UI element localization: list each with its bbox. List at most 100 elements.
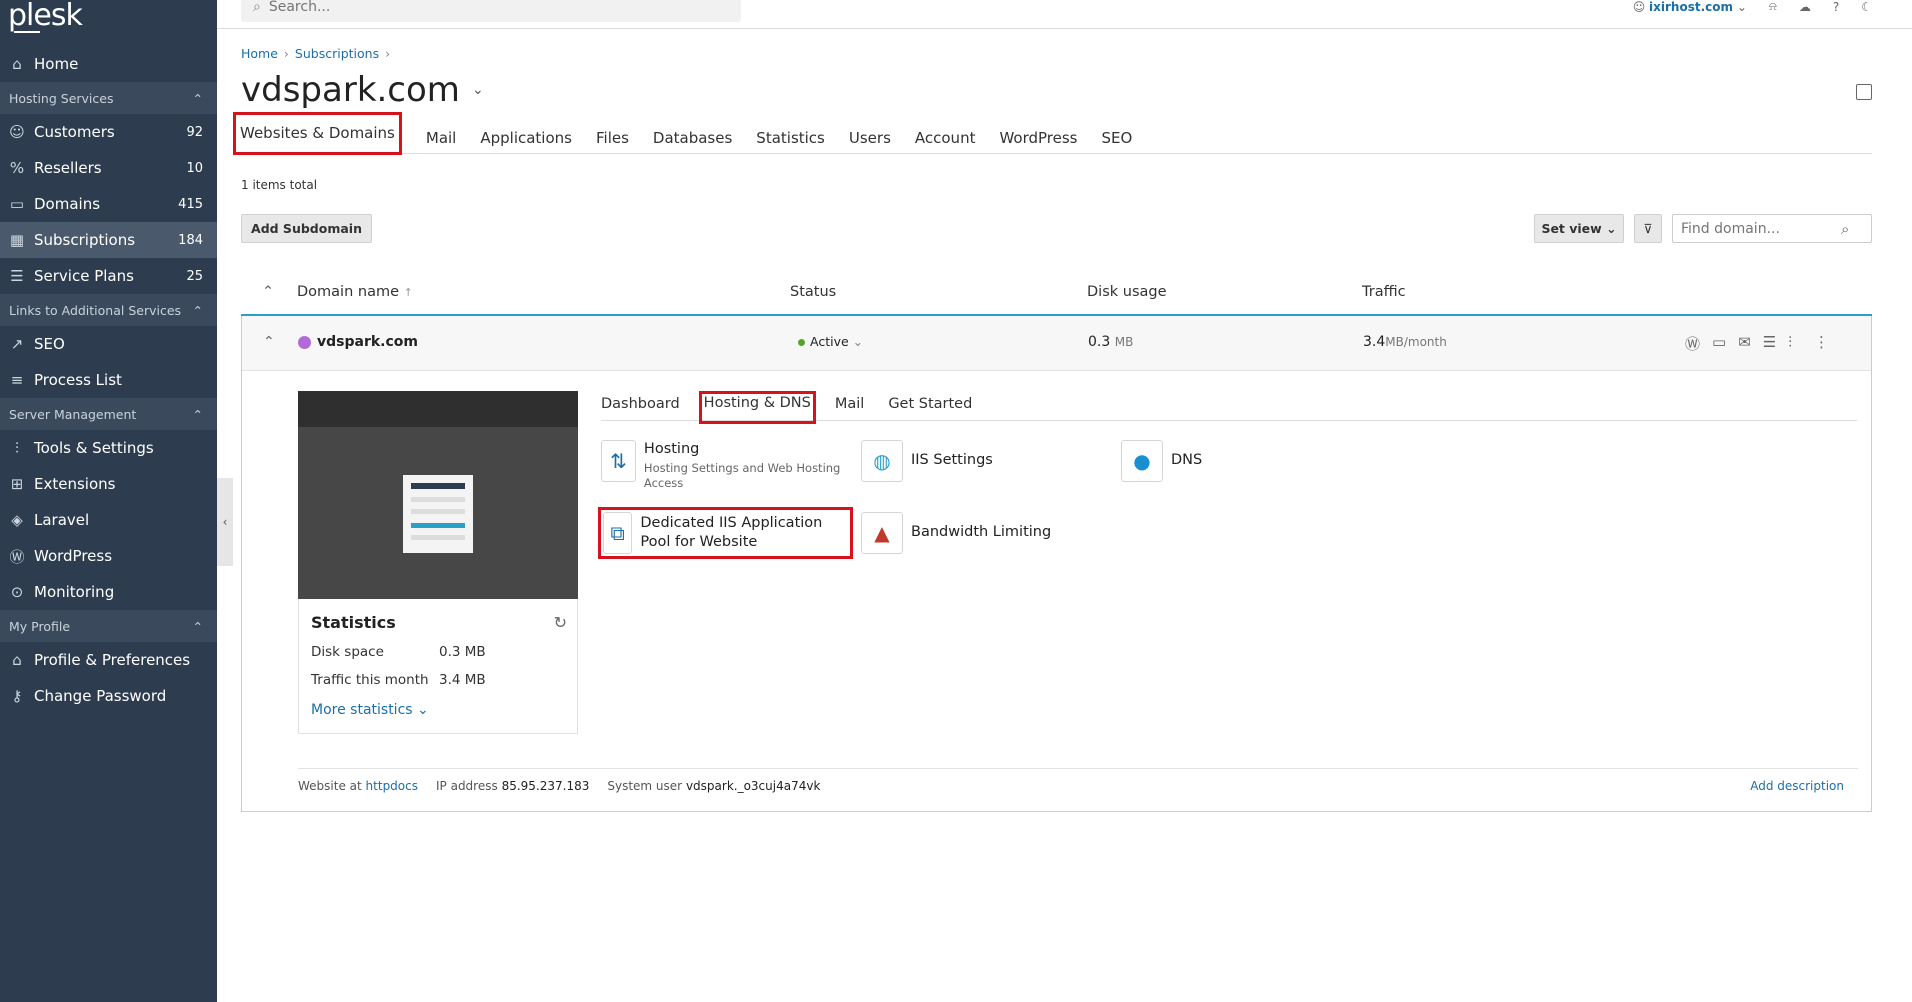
sidebar-item-home[interactable]: ⌂ Home bbox=[0, 46, 217, 82]
table-row: ⌃ vdspark.com Active ⌄ 0.3 MB 3.4MB/mont… bbox=[242, 316, 1871, 371]
iis-settings-tool[interactable]: ◍ IIS Settings bbox=[861, 440, 993, 482]
col-status[interactable]: Status bbox=[790, 284, 836, 300]
preview-bar bbox=[411, 523, 465, 528]
panel-toggle-icon[interactable] bbox=[1856, 84, 1872, 100]
section-server-management[interactable]: Server Management ⌃ bbox=[0, 398, 217, 430]
laravel-icon: ◈ bbox=[11, 511, 23, 529]
user-menu[interactable]: ☺ ixirhost.com ⌄ bbox=[1633, 0, 1747, 14]
sidebar-item-profile[interactable]: ⌂ Profile & Preferences bbox=[0, 642, 217, 678]
cloud-icon[interactable]: ☁ bbox=[1799, 0, 1811, 14]
add-subdomain-button[interactable]: Add Subdomain bbox=[241, 214, 372, 243]
sidebar-item-customers[interactable]: ☺ Customers 92 bbox=[0, 114, 217, 150]
tab-hosting-dns[interactable]: Hosting & DNS bbox=[698, 391, 816, 424]
search-input[interactable] bbox=[268, 0, 669, 15]
breadcrumb-separator: › bbox=[385, 46, 391, 61]
plesk-logo[interactable]: plesk bbox=[8, 0, 83, 33]
sidebar-item-laravel[interactable]: ◈ Laravel bbox=[0, 502, 217, 538]
sidebar-item-service-plans[interactable]: ☰ Service Plans 25 bbox=[0, 258, 217, 294]
extensions-icon: ⊞ bbox=[10, 475, 24, 493]
sidebar-item-extensions[interactable]: ⊞ Extensions bbox=[0, 466, 217, 502]
bandwidth-limiting-tool[interactable]: ▲ Bandwidth Limiting bbox=[861, 512, 1051, 554]
section-my-profile[interactable]: My Profile ⌃ bbox=[0, 610, 217, 642]
database-icon[interactable]: ☰ bbox=[1763, 333, 1776, 354]
collapse-all-icon[interactable]: ⌃ bbox=[262, 284, 274, 300]
sidebar-item-monitoring[interactable]: ⊙ Monitoring bbox=[0, 574, 217, 610]
statistics-title: Statistics bbox=[311, 613, 396, 632]
section-links-additional[interactable]: Links to Additional Services ⌃ bbox=[0, 294, 217, 326]
tab-seo[interactable]: SEO bbox=[1102, 117, 1133, 153]
refresh-icon[interactable]: ↻ bbox=[554, 613, 567, 632]
sidebar-item-seo[interactable]: ↗ SEO bbox=[0, 326, 217, 362]
preview-header bbox=[298, 391, 578, 427]
page-title[interactable]: vdspark.com ⌄ bbox=[241, 70, 484, 110]
tab-users[interactable]: Users bbox=[849, 117, 891, 153]
folder-icon[interactable]: ▭ bbox=[1712, 333, 1726, 354]
filter-icon[interactable]: ⊽ bbox=[1634, 214, 1662, 243]
dns-tool[interactable]: ● DNS bbox=[1121, 440, 1202, 482]
tab-dashboard[interactable]: Dashboard bbox=[601, 392, 680, 420]
hosting-tool[interactable]: ⇅ Hosting Hosting Settings and Web Hosti… bbox=[601, 440, 841, 491]
iis-globe-icon: ◍ bbox=[861, 440, 903, 482]
chevron-down-icon: ⌄ bbox=[417, 702, 429, 718]
table-header: ⌃ Domain name ↑ Status Disk usage Traffi… bbox=[241, 270, 1872, 316]
sidebar-item-tools-settings[interactable]: ⫶ Tools & Settings bbox=[0, 430, 217, 466]
chevron-up-icon: ⌃ bbox=[192, 406, 203, 422]
httpdocs-link[interactable]: httpdocs bbox=[366, 779, 418, 793]
tab-databases[interactable]: Databases bbox=[653, 117, 732, 153]
sidebar-item-change-password[interactable]: ⚷ Change Password bbox=[0, 678, 217, 714]
sidebar-item-subscriptions[interactable]: ▦ Subscriptions 184 bbox=[0, 222, 217, 258]
tab-files[interactable]: Files bbox=[596, 117, 629, 153]
find-domain-input[interactable] bbox=[1681, 220, 1841, 237]
help-icon[interactable]: ? bbox=[1833, 0, 1839, 14]
chevron-up-icon: ⌃ bbox=[192, 90, 203, 106]
col-domain-name[interactable]: Domain name ↑ bbox=[297, 284, 413, 300]
more-vertical-icon[interactable]: ⋮ bbox=[1814, 333, 1829, 354]
tab-mail[interactable]: Mail bbox=[426, 117, 456, 153]
sidebar-item-domains[interactable]: ▭ Domains 415 bbox=[0, 186, 217, 222]
chevron-up-icon: ⌃ bbox=[192, 618, 203, 634]
wordpress-icon: Ⓦ bbox=[9, 547, 25, 566]
notifications-icon[interactable]: ⍾ bbox=[1769, 0, 1777, 14]
tab-websites-domains[interactable]: Websites & Domains bbox=[233, 112, 402, 155]
search-icon[interactable]: ⌕ bbox=[1841, 220, 1849, 238]
domain-favicon-icon bbox=[298, 335, 311, 349]
preview-login-card bbox=[403, 475, 473, 553]
wordpress-icon[interactable]: Ⓦ bbox=[1685, 333, 1700, 354]
user-icon: ☺ bbox=[9, 123, 25, 141]
ip-address: IP address 85.95.237.183 bbox=[436, 779, 590, 793]
tab-applications[interactable]: Applications bbox=[480, 117, 572, 153]
preview-bar bbox=[411, 509, 465, 514]
sidebar-collapse-toggle[interactable]: ‹ bbox=[217, 478, 233, 566]
website-preview[interactable] bbox=[298, 391, 578, 599]
section-hosting-services[interactable]: Hosting Services ⌃ bbox=[0, 82, 217, 114]
add-description-link[interactable]: Add description bbox=[1750, 779, 1844, 793]
sidebar-item-resellers[interactable]: % Resellers 10 bbox=[0, 150, 217, 186]
col-traffic[interactable]: Traffic bbox=[1362, 284, 1406, 300]
dedicated-iis-pool-tool[interactable]: ⧉ Dedicated IIS Application Pool for Web… bbox=[598, 507, 853, 559]
tab-wordpress[interactable]: WordPress bbox=[999, 117, 1077, 153]
tab-account[interactable]: Account bbox=[915, 117, 976, 153]
tab-statistics[interactable]: Statistics bbox=[756, 117, 825, 153]
process-list-icon: ≡ bbox=[10, 371, 24, 389]
tab-get-started[interactable]: Get Started bbox=[888, 392, 972, 420]
col-disk-usage[interactable]: Disk usage bbox=[1087, 284, 1167, 300]
home-icon: ⌂ bbox=[12, 55, 22, 73]
app-pool-icon: ⧉ bbox=[603, 512, 633, 554]
status-badge[interactable]: Active ⌄ bbox=[798, 334, 863, 349]
set-view-button[interactable]: Set view ⌄ bbox=[1534, 214, 1624, 243]
chevron-down-icon: ⌄ bbox=[471, 82, 484, 98]
theme-moon-icon[interactable]: ☾ bbox=[1861, 0, 1872, 14]
stats-traffic-row: Traffic this month 3.4 MB bbox=[311, 672, 486, 688]
breadcrumb-subscriptions[interactable]: Subscriptions bbox=[295, 46, 379, 61]
sliders-icon[interactable]: ⫶ bbox=[1788, 333, 1792, 354]
profile-icon: ⌂ bbox=[12, 651, 22, 669]
sidebar-item-wordpress[interactable]: Ⓦ WordPress bbox=[0, 538, 217, 574]
dns-globe-icon: ● bbox=[1121, 440, 1163, 482]
breadcrumb-home[interactable]: Home bbox=[241, 46, 278, 61]
mail-icon[interactable]: ✉ bbox=[1738, 333, 1751, 354]
more-statistics-link[interactable]: More statistics ⌄ bbox=[311, 702, 565, 718]
sidebar-item-process-list[interactable]: ≡ Process List bbox=[0, 362, 217, 398]
chevron-up-icon[interactable]: ⌃ bbox=[263, 334, 275, 350]
domain-name-link[interactable]: vdspark.com bbox=[298, 334, 418, 350]
tab-domain-mail[interactable]: Mail bbox=[835, 392, 864, 420]
